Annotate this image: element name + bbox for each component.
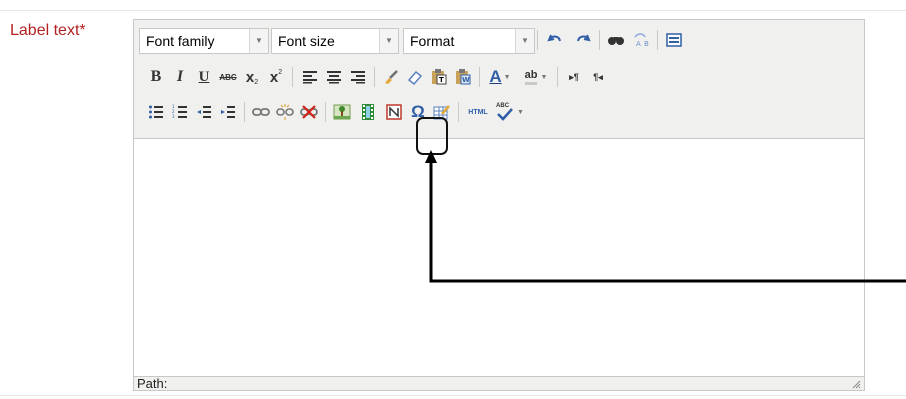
text-color-label: A <box>489 67 502 86</box>
background-color-button[interactable]: ab ▼ <box>519 66 553 88</box>
svg-text:T: T <box>439 76 444 84</box>
fullscreen-icon[interactable] <box>663 29 685 51</box>
chevron-down-icon[interactable]: ▼ <box>249 29 268 53</box>
field-label-text: Label text <box>10 22 80 39</box>
eraser-icon[interactable] <box>404 66 426 88</box>
cleanup-brush-icon[interactable] <box>380 66 402 88</box>
top-divider <box>0 10 906 11</box>
paste-word-icon[interactable]: W <box>452 66 474 88</box>
insert-image-icon[interactable] <box>331 101 353 123</box>
underline-label: U <box>198 68 210 85</box>
text-color-button[interactable]: A ▼ <box>485 66 515 88</box>
superscript-label: x <box>269 68 279 86</box>
highlight-box <box>416 117 448 155</box>
font-family-value: Font family <box>146 33 215 49</box>
align-center-icon[interactable] <box>323 66 345 88</box>
svg-text:W: W <box>462 76 470 84</box>
background-color-label: ab <box>524 69 538 85</box>
editor-statusbar: Path: <box>134 376 864 391</box>
svg-text:A: A <box>636 40 641 48</box>
html-label: HTML <box>468 108 488 116</box>
unlink-icon[interactable] <box>274 101 296 123</box>
right-to-left-icon[interactable]: ¶◂ <box>587 66 609 88</box>
field-label: Label text* <box>10 22 86 40</box>
editor-content[interactable] <box>134 138 864 377</box>
indent-icon[interactable] <box>217 101 239 123</box>
undo-icon[interactable] <box>544 29 566 51</box>
replace-icon[interactable]: AB <box>631 29 653 51</box>
format-value: Format <box>410 33 455 49</box>
editor-toolbar: Font family ▼ Font size ▼ Format ▼ A B B… <box>134 20 864 138</box>
find-icon[interactable] <box>605 29 627 51</box>
superscript-button[interactable]: x2 <box>265 66 287 88</box>
checkmark-icon <box>497 108 513 121</box>
align-left-icon[interactable] <box>299 66 321 88</box>
subscript-label: x <box>245 68 255 86</box>
bold-label: B <box>150 68 162 85</box>
resize-grip-icon[interactable] <box>851 379 861 389</box>
insert-media-icon[interactable] <box>357 101 379 123</box>
italic-button[interactable]: I <box>169 66 191 88</box>
rich-text-editor: Font family ▼ Font size ▼ Format ▼ A B B… <box>133 19 865 391</box>
bold-button[interactable]: B <box>145 66 167 88</box>
no-link-icon[interactable] <box>298 101 320 123</box>
strikethrough-label: ABC <box>219 72 237 82</box>
strikethrough-button[interactable]: ABC <box>217 66 239 88</box>
paste-text-icon[interactable]: T <box>428 66 450 88</box>
redo-icon[interactable] <box>572 29 594 51</box>
left-to-right-icon[interactable]: ▸¶ <box>563 66 585 88</box>
nonbreaking-space-icon[interactable] <box>383 101 405 123</box>
chevron-down-icon[interactable]: ▼ <box>379 29 398 53</box>
format-select[interactable]: Format ▼ <box>403 28 535 54</box>
required-marker: * <box>79 22 86 39</box>
link-icon[interactable] <box>250 101 272 123</box>
bottom-divider <box>0 395 906 396</box>
path-label: Path: <box>137 376 168 391</box>
font-family-select[interactable]: Font family ▼ <box>139 28 269 54</box>
spellcheck-button[interactable]: ABC ▼ <box>493 101 527 123</box>
font-size-value: Font size <box>278 33 335 49</box>
html-source-button[interactable]: HTML <box>464 101 492 123</box>
italic-label: I <box>176 68 184 85</box>
align-right-icon[interactable] <box>347 66 369 88</box>
bulleted-list-icon[interactable] <box>145 101 167 123</box>
numbered-list-icon[interactable]: 123 <box>169 101 191 123</box>
outdent-icon[interactable] <box>193 101 215 123</box>
svg-text:3: 3 <box>172 114 175 119</box>
chevron-down-icon[interactable]: ▼ <box>515 29 534 53</box>
underline-button[interactable]: U <box>193 66 215 88</box>
font-size-select[interactable]: Font size ▼ <box>271 28 399 54</box>
svg-text:B: B <box>644 40 649 48</box>
subscript-button[interactable]: x2 <box>241 66 263 88</box>
